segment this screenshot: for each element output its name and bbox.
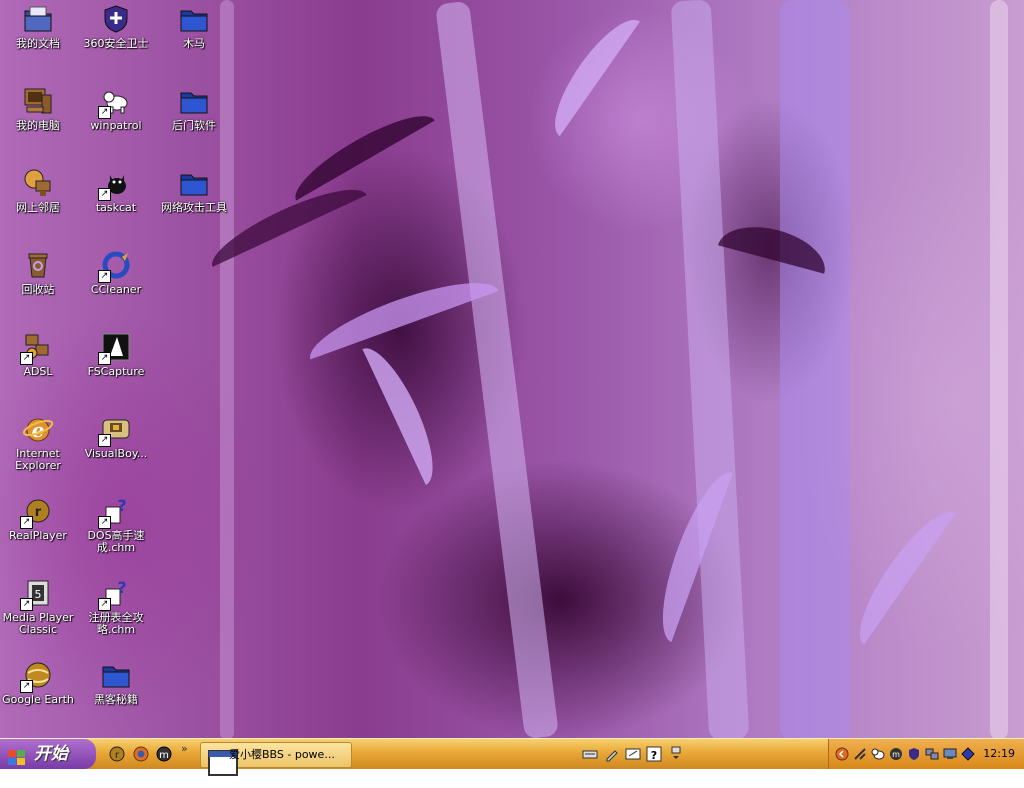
recycle-bin-icon-glyph bbox=[22, 249, 54, 281]
svg-text:5: 5 bbox=[35, 588, 42, 601]
tray-network-icon[interactable] bbox=[925, 746, 939, 760]
help-file-icon: ? ↗ bbox=[98, 495, 132, 529]
svg-text:?: ? bbox=[117, 496, 126, 515]
windows-logo-icon bbox=[8, 746, 26, 765]
adsl-icon[interactable]: ↗ ADSL bbox=[0, 331, 78, 409]
network-globe-icon bbox=[22, 167, 54, 199]
pen-tool-icon[interactable] bbox=[604, 746, 620, 762]
help-file-icon: ? ↗ bbox=[98, 577, 132, 611]
network-connection-icon: ↗ bbox=[20, 331, 54, 365]
tray-winpatrol-icon[interactable] bbox=[871, 746, 885, 760]
my-documents-icon[interactable]: 我的文档 bbox=[0, 3, 78, 81]
internet-explorer-icon[interactable]: e Internet Explorer bbox=[0, 413, 78, 491]
clock[interactable]: 12:19 bbox=[983, 739, 1015, 769]
bamboo-stalk bbox=[670, 0, 750, 738]
my-computer-icon[interactable]: 我的电脑 bbox=[0, 85, 78, 163]
shield-icon bbox=[100, 3, 132, 35]
earth-globe-icon: ↗ bbox=[20, 659, 54, 693]
folder-documents-icon bbox=[22, 3, 54, 35]
tray-maxthon-icon[interactable]: m bbox=[889, 746, 903, 760]
capture-logo-icon: ↗ bbox=[98, 331, 132, 365]
bamboo-leaf bbox=[362, 338, 448, 486]
bamboo-stalk bbox=[780, 0, 850, 738]
start-button[interactable]: 开始 bbox=[0, 739, 96, 769]
film-strip-icon: 5 ↗ bbox=[20, 577, 54, 611]
cat-icon: ↗ bbox=[98, 167, 132, 201]
tray-computer-icon[interactable] bbox=[943, 746, 957, 760]
registry-chm-icon[interactable]: ? ↗ 注册表全攻略.chm bbox=[76, 577, 156, 655]
quick-launch-firefox-icon[interactable] bbox=[132, 745, 150, 763]
bamboo-stalk bbox=[990, 0, 1008, 738]
computer-icon bbox=[22, 85, 54, 117]
taskbar: 开始 r m » 爱小樱BBS - powe... ? m 12:19 bbox=[0, 738, 1024, 776]
tray-expand-icon[interactable] bbox=[835, 746, 849, 761]
bamboo-leaf bbox=[540, 7, 640, 137]
folder-icon bbox=[178, 3, 210, 35]
ccleaner-icon[interactable]: ↗ CCleaner bbox=[76, 249, 156, 327]
gameboy-icon: ↗ bbox=[98, 413, 132, 447]
bamboo-stalk bbox=[435, 0, 559, 738]
visualboy-icon[interactable]: ↗ VisualBoy... bbox=[76, 413, 156, 491]
ccleaner-logo-icon: ↗ bbox=[98, 249, 132, 283]
quick-launch-chevron[interactable]: » bbox=[181, 742, 188, 755]
svg-text:?: ? bbox=[117, 578, 126, 597]
folder-icon bbox=[178, 85, 210, 117]
task-button-bbs-window[interactable]: 爱小樱BBS - powe... bbox=[200, 742, 352, 776]
google-earth-icon[interactable]: ↗ Google Earth bbox=[0, 659, 78, 737]
keyboard-icon[interactable] bbox=[582, 746, 598, 762]
network-places-icon[interactable]: 网上邻居 bbox=[0, 167, 78, 245]
winpatrol-icon[interactable]: ↗ winpatrol bbox=[76, 85, 156, 163]
folder-icon bbox=[178, 167, 210, 199]
bamboo-leaf bbox=[285, 101, 435, 201]
tray-security-icon[interactable] bbox=[961, 746, 975, 761]
ie-logo-icon: e bbox=[22, 413, 54, 445]
help-icon[interactable]: ? bbox=[646, 746, 662, 762]
language-bar-options-icon[interactable] bbox=[668, 746, 684, 762]
browser-window-icon bbox=[207, 747, 238, 776]
media-player-classic-icon[interactable]: 5 ↗ Media Player Classic bbox=[0, 577, 78, 655]
tray-shield-icon[interactable] bbox=[907, 746, 921, 760]
network-attack-tools-folder-icon[interactable]: 网络攻击工具 bbox=[154, 167, 234, 245]
folder-icon bbox=[100, 659, 132, 691]
trojan-folder-icon[interactable]: 木马 bbox=[154, 3, 234, 81]
bamboo-leaf bbox=[844, 499, 956, 645]
taskcat-icon[interactable]: ↗ taskcat bbox=[76, 167, 156, 245]
recycle-bin-icon[interactable]: 回收站 bbox=[0, 249, 78, 327]
svg-text:m: m bbox=[159, 750, 169, 761]
system-tray: m 12:19 bbox=[828, 739, 1024, 769]
quick-launch-maxthon-icon[interactable]: m bbox=[155, 745, 173, 763]
dog-icon: ↗ bbox=[98, 85, 132, 119]
backdoor-software-folder-icon[interactable]: 后门软件 bbox=[154, 85, 234, 163]
realplayer-icon[interactable]: r ↗ RealPlayer bbox=[0, 495, 78, 573]
soft-keyboard-icon[interactable] bbox=[625, 746, 641, 762]
svg-text:?: ? bbox=[651, 749, 657, 762]
tray-tool-icon[interactable] bbox=[853, 746, 867, 760]
realplayer-logo-icon: r ↗ bbox=[20, 495, 54, 529]
fscapture-icon[interactable]: ↗ FSCapture bbox=[76, 331, 156, 409]
hacker-secrets-folder-icon[interactable]: 黑客秘籍 bbox=[76, 659, 156, 737]
dos-chm-icon[interactable]: ? ↗ DOS高手速成.chm bbox=[76, 495, 156, 573]
svg-text:r: r bbox=[35, 505, 42, 520]
360-safe-icon[interactable]: 360安全卫士 bbox=[76, 3, 156, 81]
quick-launch-realplayer-icon[interactable]: r bbox=[108, 745, 126, 763]
svg-text:m: m bbox=[892, 750, 900, 759]
